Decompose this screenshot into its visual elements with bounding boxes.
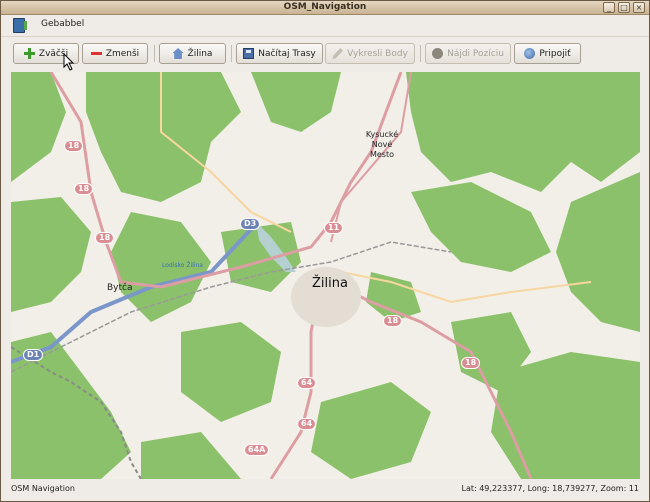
plus-icon — [23, 48, 35, 59]
toolbar: Zväčši Zmenši Žilina Načítaj Trasy Vykre… — [1, 38, 649, 70]
road-shield-64: 64 — [297, 418, 317, 430]
window-title: OSM_Navigation — [283, 2, 367, 12]
minimize-button[interactable]: _ — [603, 2, 615, 13]
app-icon — [13, 18, 27, 33]
window-controls: _ □ × — [603, 2, 645, 13]
road-shield-18: 18 — [461, 357, 481, 369]
load-tracks-label: Načítaj Trasy — [258, 48, 316, 59]
road-shield-18: 18 — [74, 183, 94, 195]
floppy-icon — [243, 48, 255, 59]
road-shield-18: 18 — [383, 315, 403, 327]
water-label: Lodisko Žilina — [162, 262, 203, 269]
road-shield-d3: D3 — [240, 218, 261, 230]
status-bar: OSM Navigation Lat: 49,223377, Long: 18,… — [1, 480, 649, 501]
zoom-out-label: Zmenši — [105, 48, 140, 59]
find-position-button[interactable]: Nájdi Pozíciu — [425, 43, 511, 64]
minus-icon — [90, 48, 102, 59]
road-shield-64: 64 — [297, 377, 317, 389]
toolbar-separator — [154, 45, 155, 62]
road-shield-64a: 64A — [244, 444, 270, 456]
menu-bar: Gebabbel — [1, 15, 649, 37]
menu-gebabbel[interactable]: Gebabbel — [41, 19, 84, 29]
toolbar-separator — [420, 45, 421, 62]
title-bar[interactable]: OSM_Navigation _ □ × — [1, 1, 649, 15]
close-button[interactable]: × — [633, 2, 645, 13]
mouse-cursor — [63, 53, 75, 71]
zoom-out-button[interactable]: Zmenši — [82, 43, 148, 64]
city-label-zilina: Žilina — [312, 276, 348, 291]
city-label-kysucke: Kysucké Nové Mesto — [365, 130, 399, 159]
draw-points-label: Vykresli Body — [347, 48, 408, 59]
connect-label: Pripojiť — [539, 48, 571, 59]
load-tracks-button[interactable]: Načítaj Trasy — [236, 43, 323, 64]
find-position-label: Nájdi Pozíciu — [447, 48, 504, 59]
city-label-bytca: Bytča — [107, 283, 133, 293]
road-shield-d1: D1 — [23, 349, 44, 361]
road-shield-18: 18 — [95, 232, 115, 244]
status-position: Lat: 49,223377, Long: 18,739277, Zoom: 1… — [461, 484, 639, 493]
connect-button[interactable]: Pripojiť — [514, 43, 581, 64]
app-window: OSM_Navigation _ □ × Gebabbel Zväčši Zme… — [0, 0, 650, 502]
binoculars-icon — [432, 48, 444, 59]
home-button[interactable]: Žilina — [159, 43, 226, 64]
status-app-name: OSM Navigation — [11, 484, 75, 493]
pencil-icon — [332, 48, 344, 59]
map-view[interactable]: Žilina Bytča Kysucké Nové Mesto Lodisko … — [11, 72, 640, 479]
home-icon — [172, 48, 184, 59]
toolbar-separator — [231, 45, 232, 62]
road-shield-11: 11 — [324, 222, 344, 234]
connect-icon — [524, 48, 536, 59]
road-shield-18: 18 — [64, 140, 84, 152]
home-label: Žilina — [187, 48, 213, 59]
draw-points-button[interactable]: Vykresli Body — [325, 43, 415, 64]
maximize-button[interactable]: □ — [618, 2, 630, 13]
